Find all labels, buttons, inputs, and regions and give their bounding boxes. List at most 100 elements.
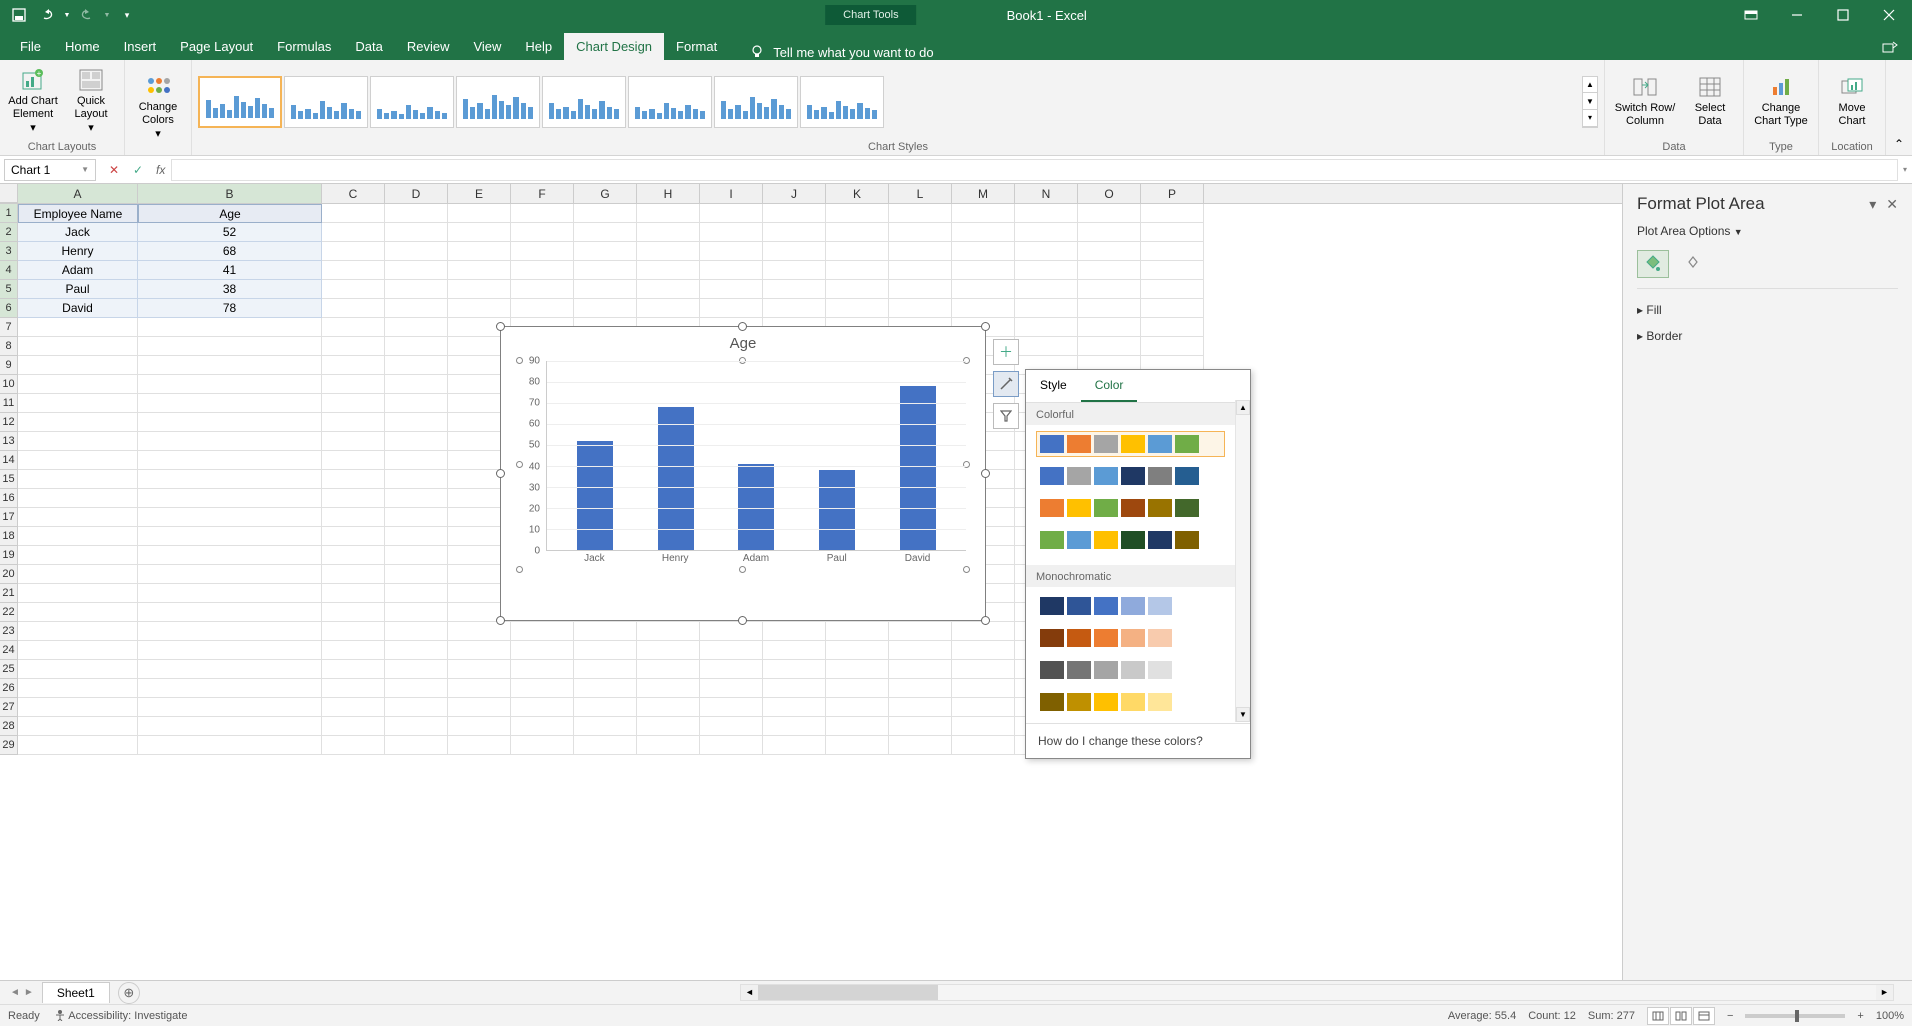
minimize-icon[interactable] bbox=[1774, 0, 1820, 30]
chart-resize-handle[interactable] bbox=[496, 469, 505, 478]
cell[interactable] bbox=[448, 204, 511, 223]
cell[interactable] bbox=[138, 318, 322, 337]
cell[interactable]: 41 bbox=[138, 261, 322, 280]
collapse-ribbon-icon[interactable]: ⌃ bbox=[1886, 60, 1912, 155]
chart-resize-handle[interactable] bbox=[496, 322, 505, 331]
maximize-icon[interactable] bbox=[1820, 0, 1866, 30]
expand-formula-icon[interactable]: ▾ bbox=[1898, 165, 1912, 174]
close-icon[interactable] bbox=[1866, 0, 1912, 30]
cell[interactable] bbox=[385, 679, 448, 698]
undo-dropdown-icon[interactable]: ▼ bbox=[62, 3, 72, 27]
row-header[interactable]: 13 bbox=[0, 432, 17, 451]
cell[interactable] bbox=[952, 223, 1015, 242]
column-header[interactable]: D bbox=[385, 184, 448, 203]
cell[interactable] bbox=[322, 299, 385, 318]
cell[interactable] bbox=[322, 432, 385, 451]
cell[interactable] bbox=[826, 641, 889, 660]
cell[interactable]: Adam bbox=[18, 261, 138, 280]
row-header[interactable]: 2 bbox=[0, 223, 17, 242]
chart-style-thumb[interactable] bbox=[198, 76, 282, 128]
cell[interactable] bbox=[138, 527, 322, 546]
column-header[interactable]: F bbox=[511, 184, 574, 203]
cell[interactable] bbox=[138, 698, 322, 717]
row-header[interactable]: 25 bbox=[0, 660, 17, 679]
cell[interactable] bbox=[511, 679, 574, 698]
cell[interactable] bbox=[18, 451, 138, 470]
chart-filters-button[interactable] bbox=[993, 403, 1019, 429]
cell[interactable]: 68 bbox=[138, 242, 322, 261]
cell[interactable] bbox=[826, 299, 889, 318]
cell[interactable] bbox=[889, 736, 952, 755]
save-icon[interactable] bbox=[6, 3, 32, 27]
cell[interactable] bbox=[574, 679, 637, 698]
cell[interactable] bbox=[511, 736, 574, 755]
cell[interactable] bbox=[322, 603, 385, 622]
color-scheme-row[interactable] bbox=[1036, 689, 1225, 715]
cell[interactable] bbox=[18, 489, 138, 508]
cell[interactable] bbox=[637, 679, 700, 698]
cell[interactable] bbox=[385, 280, 448, 299]
cell[interactable] bbox=[511, 204, 574, 223]
flyout-footer-link[interactable]: How do I change these colors? bbox=[1026, 723, 1250, 758]
tab-formulas[interactable]: Formulas bbox=[265, 33, 343, 60]
column-header[interactable]: E bbox=[448, 184, 511, 203]
cell[interactable] bbox=[511, 223, 574, 242]
cell[interactable] bbox=[1141, 337, 1204, 356]
cell[interactable] bbox=[138, 622, 322, 641]
cell[interactable]: Paul bbox=[18, 280, 138, 299]
cell[interactable] bbox=[952, 717, 1015, 736]
cell[interactable] bbox=[763, 679, 826, 698]
fill-line-tab-icon[interactable] bbox=[1637, 250, 1669, 278]
cell[interactable] bbox=[637, 242, 700, 261]
chart-bar[interactable] bbox=[900, 386, 936, 550]
cell[interactable] bbox=[1078, 299, 1141, 318]
cell[interactable] bbox=[889, 717, 952, 736]
cell[interactable] bbox=[637, 660, 700, 679]
cell[interactable] bbox=[574, 280, 637, 299]
cell[interactable] bbox=[18, 736, 138, 755]
cell[interactable] bbox=[385, 546, 448, 565]
row-header[interactable]: 28 bbox=[0, 717, 17, 736]
cell[interactable] bbox=[763, 717, 826, 736]
cell[interactable] bbox=[18, 508, 138, 527]
cell[interactable] bbox=[1015, 337, 1078, 356]
cell[interactable] bbox=[322, 679, 385, 698]
cell[interactable] bbox=[138, 660, 322, 679]
cell[interactable] bbox=[889, 698, 952, 717]
chart-style-thumb[interactable] bbox=[456, 76, 540, 128]
cell[interactable] bbox=[385, 394, 448, 413]
cell[interactable] bbox=[138, 356, 322, 375]
cell[interactable] bbox=[138, 736, 322, 755]
row-header[interactable]: 8 bbox=[0, 337, 17, 356]
cell[interactable] bbox=[322, 356, 385, 375]
cell[interactable] bbox=[18, 641, 138, 660]
cell[interactable] bbox=[385, 603, 448, 622]
cell[interactable] bbox=[952, 641, 1015, 660]
cell[interactable] bbox=[1078, 337, 1141, 356]
cell[interactable] bbox=[18, 470, 138, 489]
row-header[interactable]: 9 bbox=[0, 356, 17, 375]
row-header[interactable]: 6 bbox=[0, 299, 17, 318]
cell[interactable] bbox=[826, 679, 889, 698]
chart-bar[interactable] bbox=[819, 470, 855, 550]
cell[interactable] bbox=[385, 584, 448, 603]
cell[interactable] bbox=[826, 660, 889, 679]
row-header[interactable]: 11 bbox=[0, 394, 17, 413]
plot-resize-handle[interactable] bbox=[516, 566, 523, 573]
cell[interactable] bbox=[574, 698, 637, 717]
cell[interactable] bbox=[385, 337, 448, 356]
cell[interactable] bbox=[322, 565, 385, 584]
cell[interactable] bbox=[637, 698, 700, 717]
cell[interactable] bbox=[18, 584, 138, 603]
cell[interactable] bbox=[18, 337, 138, 356]
cell[interactable] bbox=[952, 698, 1015, 717]
cell[interactable] bbox=[511, 660, 574, 679]
cell[interactable] bbox=[1015, 242, 1078, 261]
cell[interactable] bbox=[637, 223, 700, 242]
cell[interactable] bbox=[826, 622, 889, 641]
cell[interactable] bbox=[952, 660, 1015, 679]
cell[interactable] bbox=[763, 204, 826, 223]
cell[interactable] bbox=[138, 717, 322, 736]
cell[interactable] bbox=[385, 717, 448, 736]
cell[interactable] bbox=[511, 242, 574, 261]
